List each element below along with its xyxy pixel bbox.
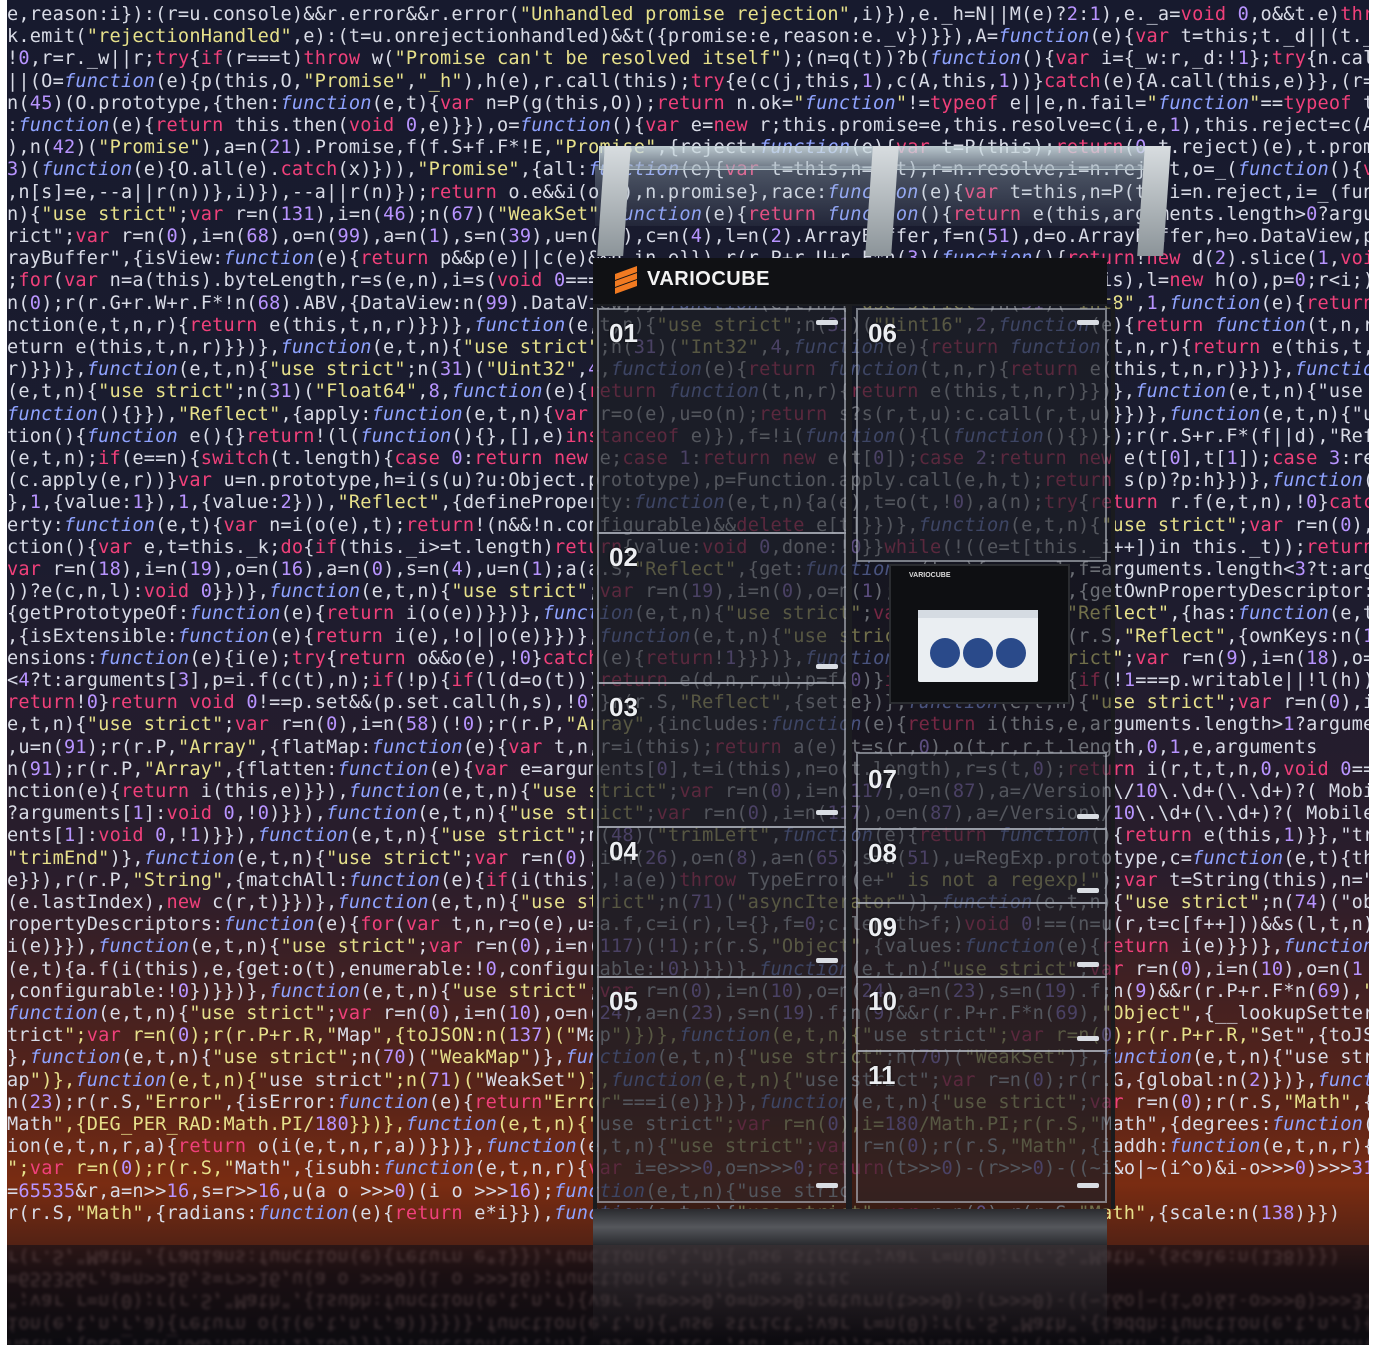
terminal-brand: VARIOCUBE bbox=[909, 572, 951, 579]
code-line: ||(O=function(e){p(this,O,"Promise","_h"… bbox=[7, 70, 1369, 92]
door-handle[interactable] bbox=[816, 1183, 838, 1188]
drop-off-icon[interactable] bbox=[963, 638, 993, 668]
door-number: 11 bbox=[868, 1060, 896, 1090]
code-line: n(45)(O.prototype,{then:function(e,t){va… bbox=[7, 92, 1369, 114]
brand-logo-icon bbox=[613, 265, 639, 295]
brand-name: VARIOCUBE bbox=[647, 267, 771, 290]
locker-door-09[interactable]: 09 bbox=[856, 902, 1107, 978]
terminal-panel: VARIOCUBE bbox=[889, 564, 1070, 704]
touchscreen[interactable] bbox=[918, 610, 1038, 682]
door-number: 07 bbox=[868, 764, 897, 794]
lock-icon[interactable] bbox=[996, 638, 1026, 668]
door-handle[interactable] bbox=[816, 664, 838, 669]
touchscreen-header bbox=[918, 610, 1038, 618]
locker-door-01[interactable]: 01 bbox=[597, 308, 846, 534]
pickup-icon[interactable] bbox=[930, 638, 960, 668]
door-handle[interactable] bbox=[1077, 814, 1099, 819]
door-handle[interactable] bbox=[1077, 320, 1099, 325]
door-number: 08 bbox=[868, 838, 897, 868]
locker-door-02[interactable]: 02 bbox=[597, 532, 846, 684]
door-handle[interactable] bbox=[816, 320, 838, 325]
locker-door-07[interactable]: 07 bbox=[856, 752, 1107, 830]
door-handle[interactable] bbox=[1077, 1183, 1099, 1188]
door-handle[interactable] bbox=[816, 810, 838, 815]
code-line: !0,r=r._w||r;try{if(r===t)throw w("Promi… bbox=[7, 48, 1369, 70]
door-number: 01 bbox=[609, 318, 638, 348]
locker-door-10[interactable]: 10 bbox=[856, 976, 1107, 1052]
brand: VARIOCUBE bbox=[613, 265, 771, 295]
door-handle[interactable] bbox=[816, 958, 838, 963]
locker-door-04[interactable]: 04 bbox=[597, 826, 846, 978]
door-number: 04 bbox=[609, 836, 638, 866]
locker-door-05[interactable]: 05 bbox=[597, 976, 846, 1203]
door-number: 06 bbox=[868, 318, 897, 348]
door-number: 09 bbox=[868, 912, 897, 942]
locker-door-08[interactable]: 08 bbox=[856, 828, 1107, 904]
door-handle[interactable] bbox=[1077, 1036, 1099, 1041]
locker-door-11[interactable]: 11 bbox=[856, 1050, 1107, 1203]
locker-door-06[interactable]: 06 bbox=[856, 308, 1107, 562]
door-handle[interactable] bbox=[1077, 962, 1099, 967]
code-line: :function(e){return this.then(void 0,e)}… bbox=[7, 115, 1369, 136]
locker-door-03[interactable]: 03 bbox=[597, 682, 846, 828]
locker-divider bbox=[846, 304, 852, 1209]
door-number: 10 bbox=[868, 986, 897, 1016]
code-line: e,reason:i}):(r=u.console)&&r.error&&r.e… bbox=[7, 4, 1369, 25]
locker-canopy bbox=[583, 140, 1173, 260]
door-handle[interactable] bbox=[1077, 888, 1099, 893]
code-line: k.emit("rejectionHandled",e):(t=u.onreje… bbox=[7, 26, 1369, 48]
door-number: 05 bbox=[609, 986, 638, 1016]
door-number: 02 bbox=[609, 542, 638, 572]
locker-base-reflection bbox=[593, 1245, 1107, 1340]
door-number: 03 bbox=[609, 692, 638, 722]
locker-base bbox=[593, 1209, 1107, 1245]
